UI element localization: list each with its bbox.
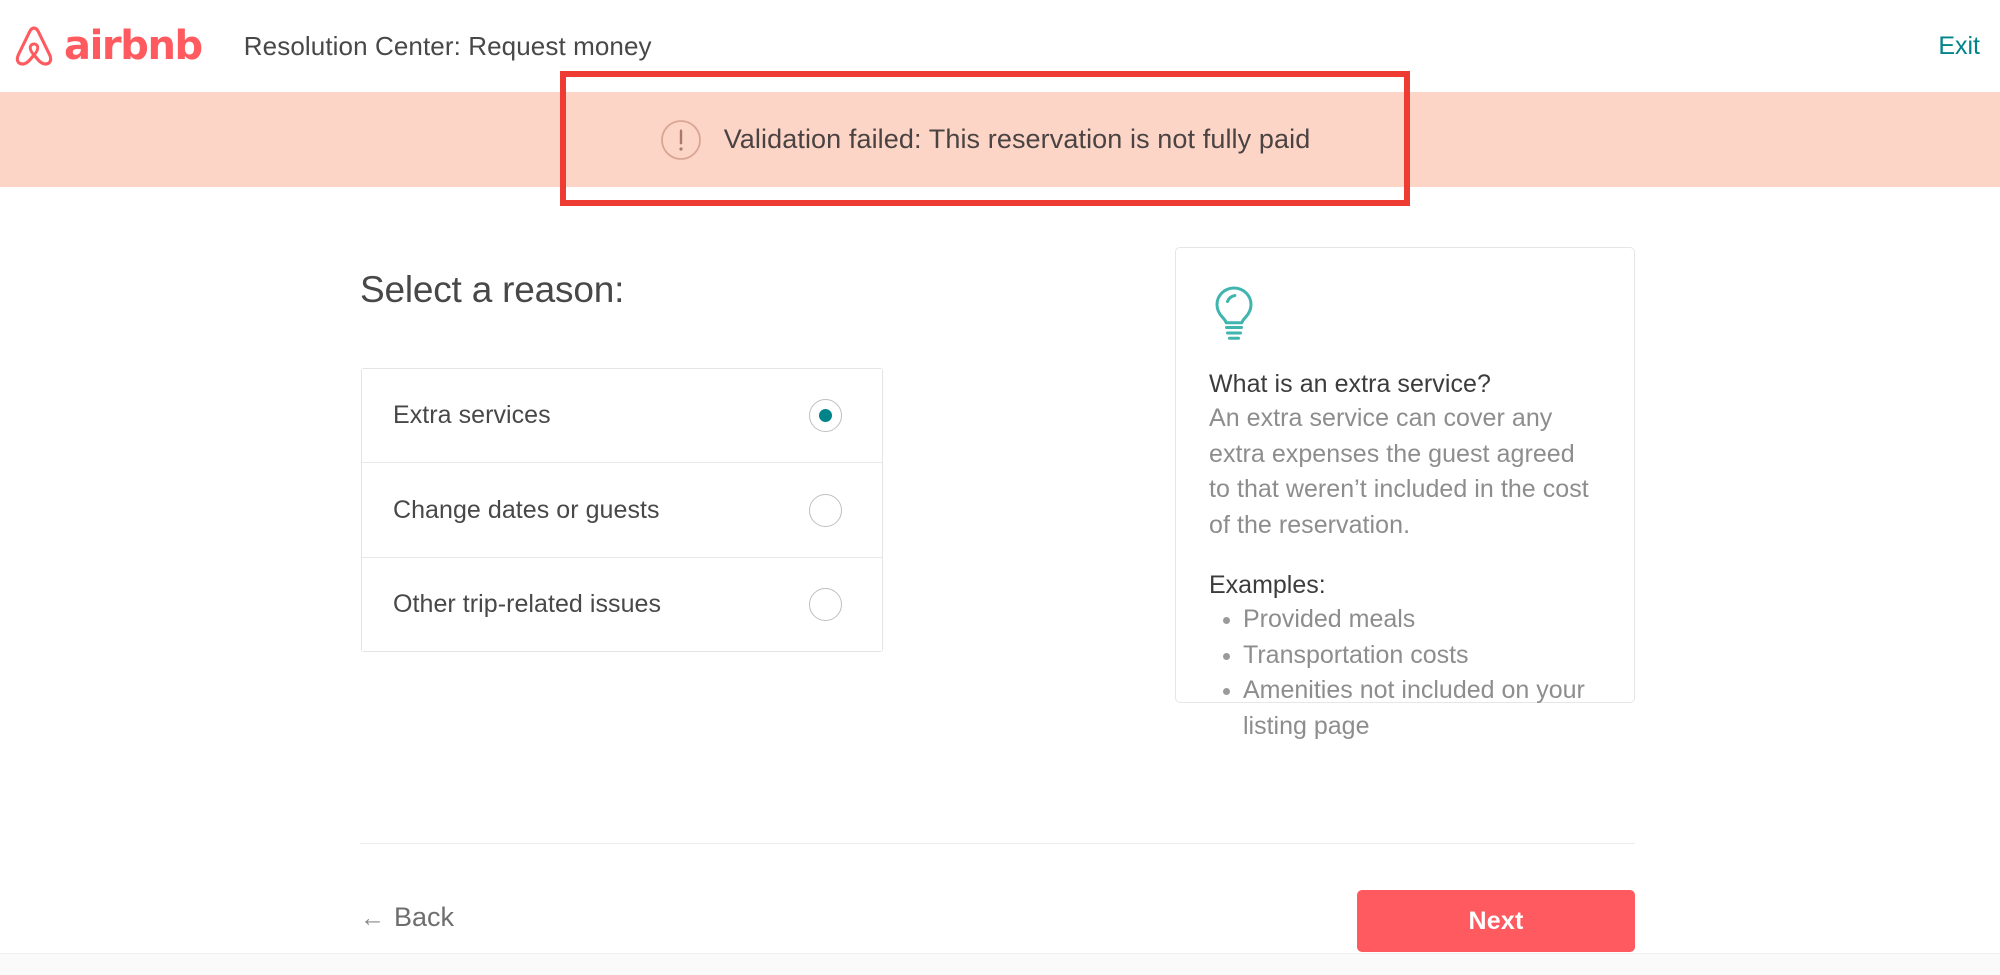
radio-other-trip-related-issues[interactable] [809, 588, 842, 621]
extra-service-info-card: What is an extra service? An extra servi… [1175, 247, 1635, 740]
exit-link[interactable]: Exit [1938, 32, 1980, 61]
back-button-label: Back [394, 902, 455, 932]
airbnb-bezo-logo-icon [15, 26, 53, 66]
radio-change-dates-or-guests[interactable] [809, 493, 842, 527]
exclamation-circle-icon [660, 119, 701, 160]
reason-option-label: Other trip-related issues [393, 590, 662, 618]
arrow-left-icon: ← [360, 904, 385, 932]
info-card-body: An extra service can cover any extra exp… [1209, 404, 1589, 539]
page-footer-bar [0, 953, 2000, 975]
reason-option-label: Change dates or guests [393, 495, 660, 524]
info-card-examples-title: Examples: [1209, 571, 1326, 599]
validation-error-message: Validation failed: This reservation is n… [723, 124, 1311, 154]
select-reason-heading: Select a reason: [360, 269, 625, 310]
airbnb-logo[interactable]: airbnb [10, 22, 203, 70]
reason-option-change-dates-or-guests[interactable]: Change dates or guests [362, 463, 882, 557]
radio-extra-services[interactable] [809, 399, 842, 432]
validation-error-banner: Validation failed: This reservation is n… [0, 92, 2000, 187]
back-button[interactable]: ← Back [360, 902, 454, 933]
info-card-examples-list: Provided meals Transportation costs Amen… [1209, 602, 1602, 744]
reason-radio-group: Extra services Change dates or guests Ot… [361, 368, 883, 652]
reason-option-other-trip-related-issues[interactable]: Other trip-related issues [362, 557, 882, 651]
list-item: Provided meals [1223, 602, 1602, 638]
list-item: Transportation costs [1223, 638, 1602, 674]
reason-option-label: Extra services [393, 401, 551, 429]
page-header: airbnb Resolution Center: Request money … [0, 0, 2000, 92]
page-title: Resolution Center: Request money [243, 30, 652, 61]
next-button[interactable]: Next [1357, 890, 1635, 952]
main-content: Select a reason: Extra services Change d… [0, 187, 2000, 975]
list-item: Amenities not included on your listing p… [1223, 673, 1602, 744]
lightbulb-icon [1215, 286, 1253, 340]
reason-option-extra-services[interactable]: Extra services [362, 369, 882, 463]
resolution-center-page: airbnb Resolution Center: Request money … [0, 0, 2000, 975]
airbnb-wordmark: airbnb [64, 23, 203, 69]
info-card-title: What is an extra service? [1209, 370, 1491, 398]
footer-divider [360, 843, 1635, 844]
